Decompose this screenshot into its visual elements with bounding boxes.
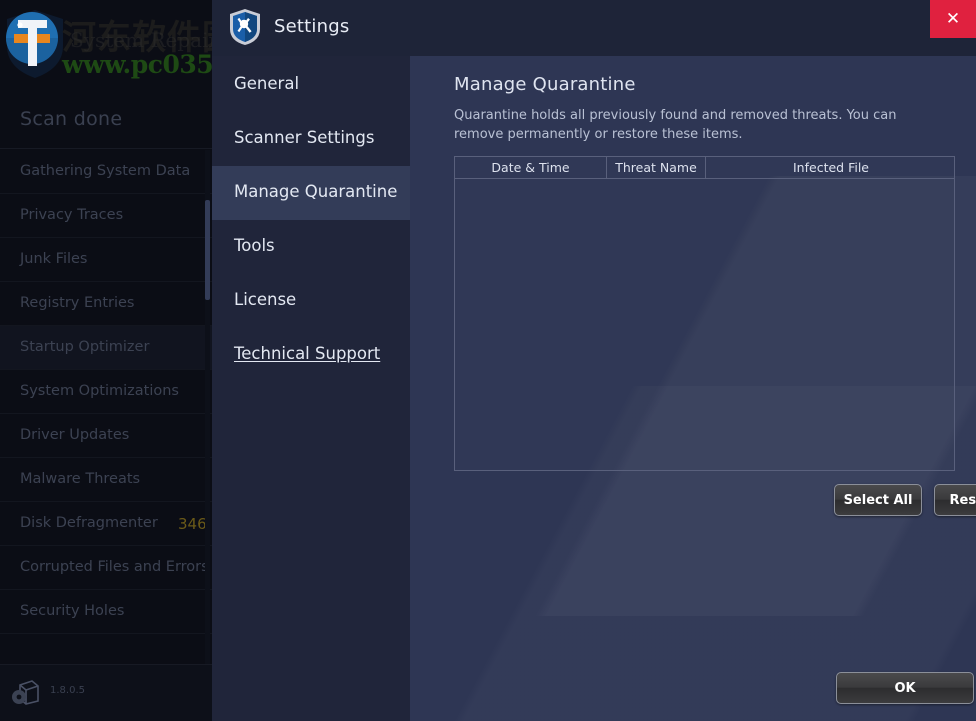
- background-footer: 1.8.0.5: [0, 664, 212, 721]
- background-list-item-label: Startup Optimizer: [20, 339, 149, 355]
- dialog-titlebar: Settings ✕: [212, 0, 976, 56]
- sidebar-item-label: Technical Support: [234, 344, 380, 363]
- background-divider: [0, 148, 212, 149]
- quarantine-table-header: Date & Time Threat Name Infected File: [455, 157, 954, 179]
- app-screenshot: 河东软件园 System Repair www.pc0359.cn Scan d…: [0, 0, 976, 721]
- background-list-item[interactable]: Driver Updates: [0, 414, 212, 458]
- scan-status-heading: Scan done: [20, 108, 122, 130]
- background-list-item[interactable]: Corrupted Files and Errors: [0, 546, 212, 590]
- sidebar-item-license[interactable]: License: [212, 274, 410, 328]
- settings-content-panel: Manage Quarantine Quarantine holds all p…: [410, 56, 976, 721]
- sidebar-item-general[interactable]: General: [212, 58, 410, 112]
- background-list-item[interactable]: Privacy Traces: [0, 194, 212, 238]
- background-list-item-label: Driver Updates: [20, 427, 129, 443]
- background-list-item-label: Disk Defragmenter: [20, 515, 158, 531]
- sidebar-item-manage-quarantine[interactable]: Manage Quarantine: [212, 166, 410, 220]
- sidebar-item-label: License: [234, 290, 296, 309]
- background-application-panel: 河东软件园 System Repair www.pc0359.cn Scan d…: [0, 0, 212, 721]
- sidebar-item-label: Scanner Settings: [234, 128, 374, 147]
- background-list-item[interactable]: Disk Defragmenter 346: [0, 502, 212, 546]
- sidebar-item-label: General: [234, 74, 299, 93]
- site-watermark: 河东软件园 System Repair www.pc0359.cn: [0, 0, 212, 95]
- quarantine-table: Date & Time Threat Name Infected File: [454, 156, 955, 471]
- settings-dialog: Settings ✕ General Scanner Settings Manage…: [212, 0, 976, 721]
- background-list-item-count: 346: [178, 515, 207, 533]
- watermark-logo-icon: [4, 8, 66, 80]
- column-header-infected-file[interactable]: Infected File: [706, 157, 956, 178]
- close-icon: ✕: [930, 0, 976, 38]
- background-list-item-label: Corrupted Files and Errors: [20, 559, 209, 575]
- background-list-item-label: Junk Files: [20, 251, 87, 267]
- app-version-label: 1.8.0.5: [50, 685, 85, 696]
- restore-button[interactable]: Restore: [934, 484, 976, 516]
- disc-stack-icon: [12, 677, 42, 707]
- background-list-item-label: System Optimizations: [20, 383, 179, 399]
- background-list-item[interactable]: Malware Threats: [0, 458, 212, 502]
- shield-icon: [228, 8, 262, 46]
- background-list-item[interactable]: Gathering System Data: [0, 150, 212, 194]
- background-list-item[interactable]: Registry Entries: [0, 282, 212, 326]
- sidebar-item-scanner-settings[interactable]: Scanner Settings: [212, 112, 410, 166]
- background-list-item-label: Registry Entries: [20, 295, 134, 311]
- background-list-item[interactable]: Junk Files: [0, 238, 212, 282]
- background-list-item[interactable]: Startup Optimizer: [0, 326, 212, 370]
- background-list-item[interactable]: System Optimizations: [0, 370, 212, 414]
- background-list-item-label: Security Holes: [20, 603, 124, 619]
- background-list-item-label: Privacy Traces: [20, 207, 123, 223]
- sidebar-item-technical-support[interactable]: Technical Support: [212, 328, 410, 382]
- column-header-threat-name[interactable]: Threat Name: [607, 157, 706, 178]
- quarantine-table-body[interactable]: [455, 179, 954, 470]
- background-list-item-label: Gathering System Data: [20, 163, 190, 179]
- background-list-item[interactable]: Security Holes: [0, 590, 212, 634]
- column-header-date-time[interactable]: Date & Time: [455, 157, 607, 178]
- sidebar-item-tools[interactable]: Tools: [212, 220, 410, 274]
- dialog-title: Settings: [274, 16, 349, 37]
- background-scrollbar-thumb[interactable]: [205, 200, 210, 300]
- sidebar-item-label: Tools: [234, 236, 275, 255]
- ok-button[interactable]: OK: [836, 672, 974, 704]
- watermark-ghost-text: System Repair: [70, 28, 212, 52]
- page-description: Quarantine holds all previously found an…: [454, 106, 904, 144]
- select-all-button[interactable]: Select All: [834, 484, 922, 516]
- background-list-item-label: Malware Threats: [20, 471, 140, 487]
- settings-sidebar-nav: General Scanner Settings Manage Quarantine…: [212, 56, 410, 721]
- close-button[interactable]: ✕: [930, 0, 976, 38]
- watermark-url-text: www.pc0359.cn: [62, 50, 212, 79]
- page-title: Manage Quarantine: [454, 74, 636, 95]
- sidebar-item-label: Manage Quarantine: [234, 182, 397, 201]
